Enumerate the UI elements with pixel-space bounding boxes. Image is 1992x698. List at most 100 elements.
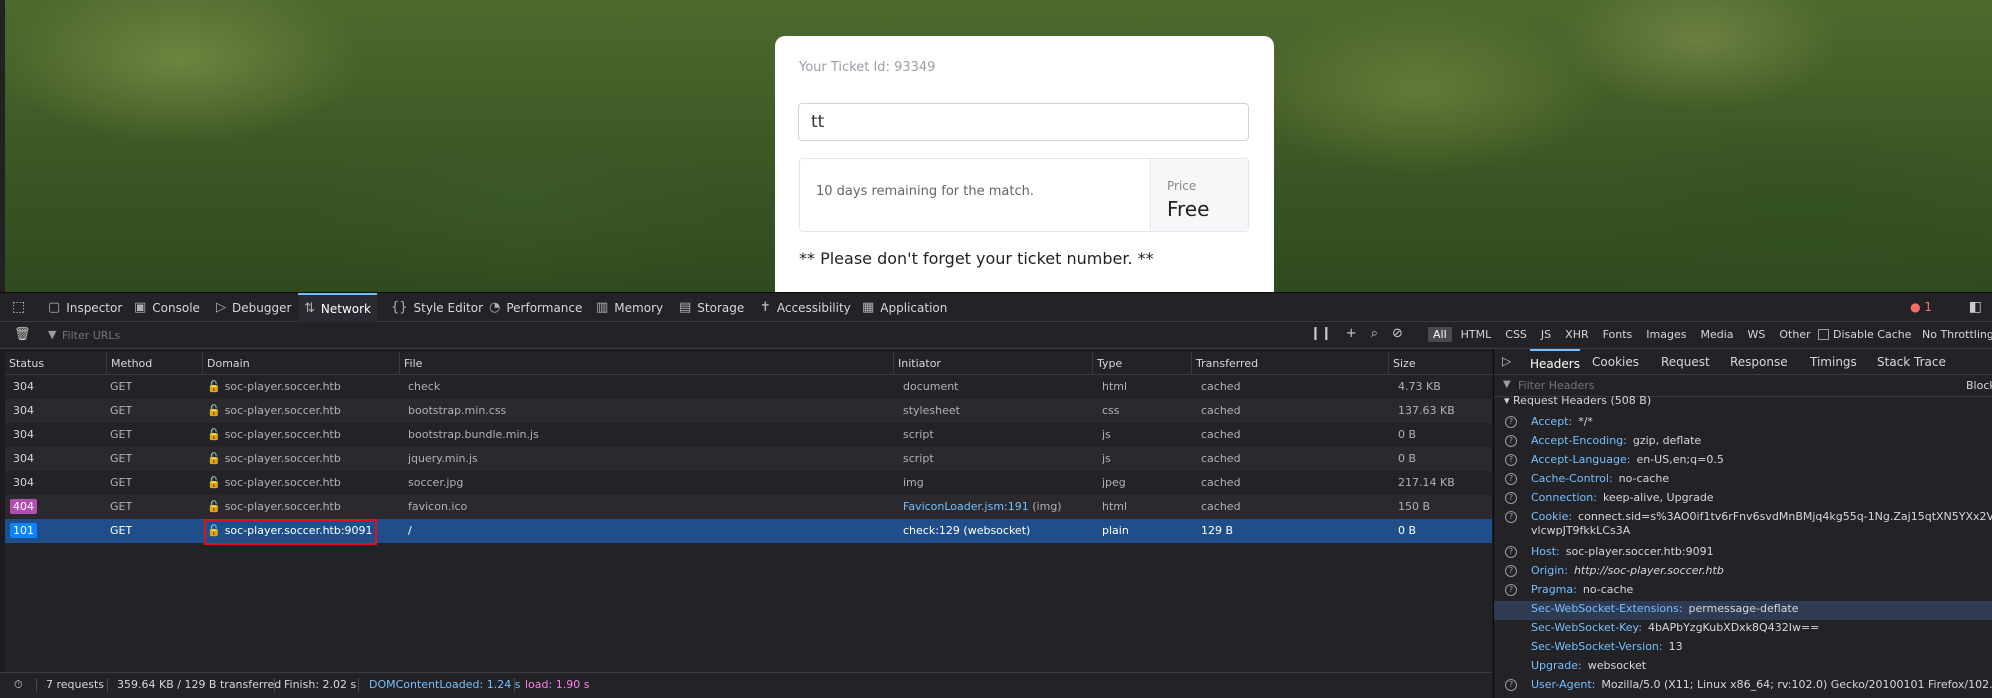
tab-performance[interactable]: ◔ Performance: [489, 293, 582, 323]
tab-cookies[interactable]: Cookies: [1592, 349, 1639, 375]
filter-urls-input[interactable]: [62, 326, 462, 344]
tab-network[interactable]: ⇅ Network: [298, 293, 378, 323]
method-cell: GET: [110, 452, 133, 465]
tab-stack-trace[interactable]: Stack Trace: [1877, 349, 1946, 375]
tab-console[interactable]: ▣ Console: [134, 293, 200, 323]
search-icon[interactable]: ⌕: [1371, 326, 1378, 341]
file-cell: jquery.min.js: [408, 452, 478, 465]
col-type[interactable]: Type: [1092, 352, 1191, 375]
tab-response[interactable]: Response: [1730, 349, 1788, 375]
help-icon[interactable]: ?: [1505, 473, 1517, 485]
type-filter-css[interactable]: CSS: [1500, 327, 1532, 342]
type-cell: html: [1102, 500, 1128, 513]
col-domain[interactable]: Domain: [202, 352, 399, 375]
type-cell: js: [1102, 428, 1111, 441]
table-row[interactable]: 304 GET 🔓 soc-player.soccer.htb bootstrap…: [5, 399, 1492, 423]
ticket-id-label: Your Ticket Id: 93349: [799, 60, 936, 75]
header-value-continued: vlcwpJT9fkkLCs3A: [1531, 524, 1631, 537]
accessibility-icon: ✝: [760, 300, 771, 315]
header-name: Pragma:: [1531, 583, 1577, 596]
type-filter-ws[interactable]: WS: [1743, 327, 1771, 342]
help-icon[interactable]: ?: [1505, 565, 1517, 577]
domain-cell: soc-player.soccer.htb: [224, 500, 341, 513]
col-status[interactable]: Status: [5, 352, 106, 375]
size-cell: 137.63 KB: [1398, 404, 1455, 417]
plus-icon[interactable]: +: [1346, 326, 1357, 341]
element-picker-icon[interactable]: ⬚: [12, 299, 25, 315]
type-filter-images[interactable]: Images: [1641, 327, 1691, 342]
status-code: 304: [13, 476, 34, 489]
tab-application[interactable]: ▦ Application: [862, 293, 947, 323]
devtools-toolbar: ⬚ ▢ Inspector ▣ Console ▷ Debugger ⇅ Network…: [0, 292, 1992, 323]
tab-style-editor[interactable]: {} Style Editor: [391, 293, 483, 323]
initiator-cell: stylesheet: [903, 404, 960, 417]
request-headers-title[interactable]: ▾ Request Headers (508 B): [1504, 394, 1651, 407]
domain-cell: soc-player.soccer.htb: [224, 428, 341, 441]
gauge-icon: ◔: [489, 300, 501, 315]
help-icon[interactable]: ?: [1505, 492, 1517, 504]
throttling-select[interactable]: No Throttling: [1922, 328, 1992, 341]
tab-headers[interactable]: Headers: [1530, 349, 1580, 375]
type-filter-all[interactable]: All: [1428, 327, 1452, 342]
col-transferred[interactable]: Transferred: [1191, 352, 1388, 375]
table-row[interactable]: 404 GET 🔓 soc-player.soccer.htb favicon.i…: [5, 495, 1492, 519]
tab-accessibility[interactable]: ✝ Accessibility: [760, 293, 851, 323]
method-cell: GET: [110, 380, 133, 393]
braces-icon: {}: [391, 300, 408, 315]
help-icon[interactable]: ?: [1505, 546, 1517, 558]
error-count-badge[interactable]: ● 1: [1910, 300, 1932, 314]
tab-label: Application: [880, 301, 948, 315]
panel-toggle-icon[interactable]: ▷: [1502, 354, 1511, 368]
header-value: permessage-deflate: [1688, 602, 1799, 615]
block-icon[interactable]: ⊘: [1392, 326, 1403, 341]
tab-storage[interactable]: ▤ Storage: [679, 293, 744, 323]
tab-request[interactable]: Request: [1661, 349, 1710, 375]
table-row[interactable]: 304 GET 🔓 soc-player.soccer.htb soccer.jp…: [5, 471, 1492, 495]
help-icon[interactable]: ?: [1505, 416, 1517, 428]
help-icon[interactable]: ?: [1505, 679, 1517, 691]
initiator-cell: script: [903, 452, 934, 465]
type-filter-js[interactable]: JS: [1536, 327, 1556, 342]
divider: [274, 678, 275, 692]
tab-inspector[interactable]: ▢ Inspector: [48, 293, 122, 323]
help-icon[interactable]: ?: [1505, 511, 1517, 523]
help-icon[interactable]: ?: [1505, 435, 1517, 447]
type-filter-xhr[interactable]: XHR: [1560, 327, 1593, 342]
tab-memory[interactable]: ▥ Memory: [596, 293, 663, 323]
help-icon[interactable]: ?: [1505, 454, 1517, 466]
type-filter-media[interactable]: Media: [1695, 327, 1738, 342]
header-name: User-Agent:: [1531, 678, 1596, 691]
header-row: ? Host: soc-player.soccer.htb:9091: [1494, 544, 1992, 563]
table-row[interactable]: 304 GET 🔓 soc-player.soccer.htb check doc…: [5, 375, 1492, 399]
col-size[interactable]: Size: [1388, 352, 1492, 375]
file-cell: /: [408, 524, 412, 537]
header-name: Origin:: [1531, 564, 1568, 577]
initiator-link[interactable]: FaviconLoader.jsm:191: [903, 500, 1029, 513]
table-row[interactable]: 304 GET 🔓 soc-player.soccer.htb jquery.mi…: [5, 447, 1492, 471]
tab-debugger[interactable]: ▷ Debugger: [216, 293, 291, 323]
transferred-cell: 129 B: [1201, 524, 1234, 537]
col-file[interactable]: File: [399, 352, 893, 375]
type-filter-html[interactable]: HTML: [1456, 327, 1497, 342]
type-filter-fonts[interactable]: Fonts: [1598, 327, 1638, 342]
trash-icon[interactable]: 🗑: [14, 327, 31, 342]
pause-icon[interactable]: ❙❙: [1310, 326, 1332, 341]
type-filter-other[interactable]: Other: [1774, 327, 1815, 342]
dock-icon[interactable]: ◧: [1969, 299, 1982, 315]
tab-timings[interactable]: Timings: [1810, 349, 1857, 375]
ticket-input[interactable]: tt: [798, 103, 1249, 141]
col-initiator[interactable]: Initiator: [893, 352, 1092, 375]
finish-time: Finish: 2.02 s: [284, 678, 357, 691]
request-table: Status Method Domain File Initiator Type…: [5, 352, 1492, 672]
col-method[interactable]: Method: [106, 352, 202, 375]
disable-cache-toggle[interactable]: Disable Cache: [1818, 328, 1912, 341]
help-icon[interactable]: ?: [1505, 584, 1517, 596]
filter-icon: ▼: [48, 328, 57, 341]
initiator-cell: img: [903, 476, 924, 489]
status-code: 304: [13, 380, 34, 393]
filter-headers-input[interactable]: [1518, 377, 1838, 394]
block-button[interactable]: Block: [1966, 379, 1992, 392]
disable-cache-checkbox[interactable]: [1818, 329, 1829, 340]
table-row[interactable]: 304 GET 🔓 soc-player.soccer.htb bootstrap…: [5, 423, 1492, 447]
domain-cell: soc-player.soccer.htb: [224, 404, 341, 417]
